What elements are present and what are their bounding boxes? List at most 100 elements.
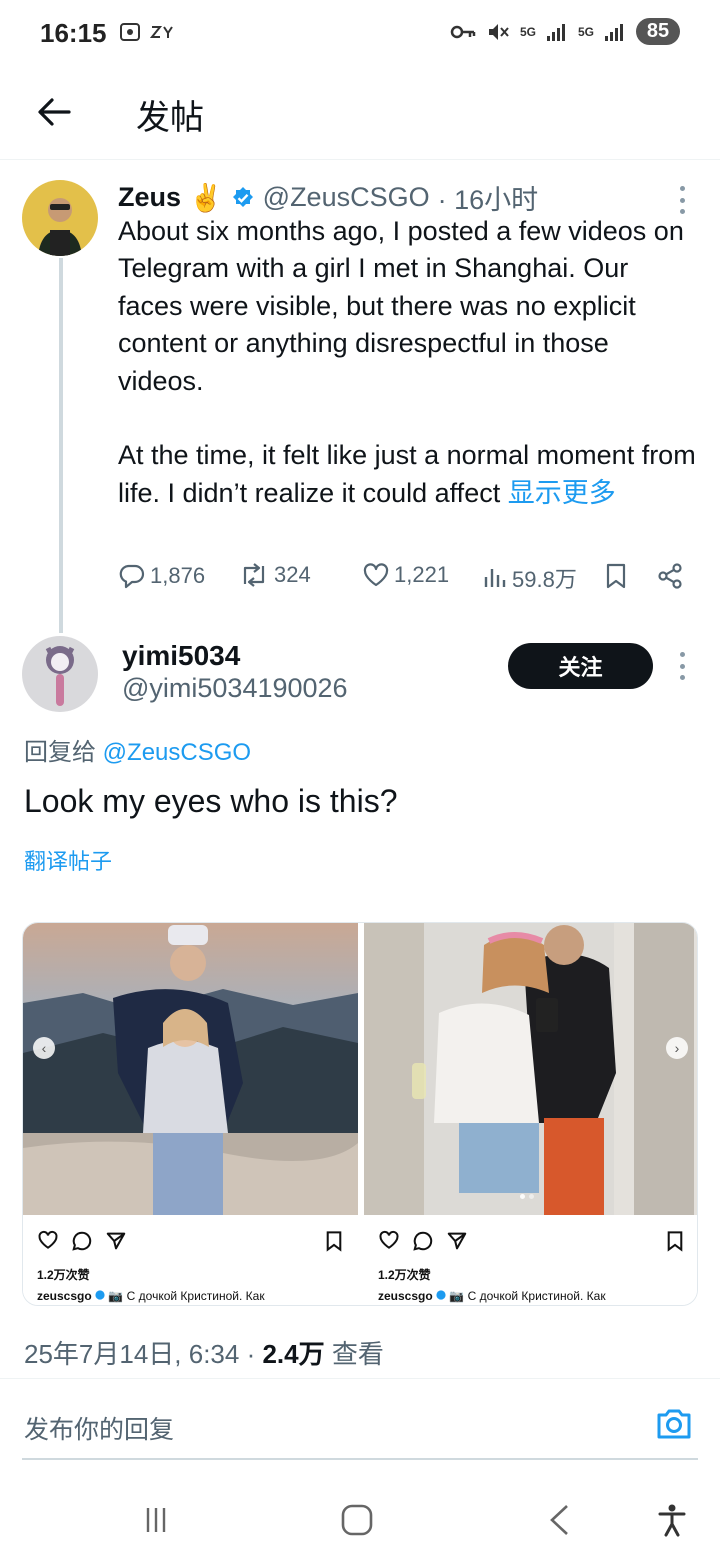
arrow-left-icon	[38, 98, 71, 126]
author-name[interactable]: Zeus	[118, 182, 181, 213]
accessibility-button[interactable]	[650, 1498, 694, 1542]
share-button[interactable]	[656, 562, 684, 590]
mute-icon	[488, 23, 509, 40]
chevron-left-icon	[550, 1505, 568, 1535]
previous-image-button[interactable]: ‹	[33, 1037, 55, 1059]
status-right-icons: 5G 5G 85	[450, 18, 680, 45]
views-icon	[484, 569, 506, 587]
share-icon	[658, 563, 682, 589]
post-actions: 1,876 324 1,221 59.8万	[118, 562, 688, 602]
status-time: 16:15	[40, 18, 107, 48]
media-photo[interactable]	[23, 923, 358, 1215]
reply-icon	[119, 564, 145, 589]
bookmark-icon	[326, 1231, 342, 1252]
reply-to-mention[interactable]: @ZeusCSGO	[103, 739, 251, 766]
ig-caption: zeuscsgo 📷 С дочкой Кристиной. Как	[37, 1289, 265, 1303]
send-icon	[447, 1232, 467, 1250]
accessibility-icon	[658, 1504, 686, 1537]
thread-line	[59, 258, 63, 633]
like-count: 1,221	[394, 562, 450, 587]
bookmark-icon	[667, 1231, 683, 1252]
reply-meta: 25年7月14日, 6:34 · 2.4万 查看	[24, 1334, 384, 1371]
views-count: 59.8万	[512, 567, 577, 592]
reply-author-name[interactable]: yimi5034	[122, 640, 240, 672]
network-label-a: 5G	[519, 24, 536, 39]
status-bar: 16:15 5G 5G 85	[0, 0, 720, 68]
ig-actions	[378, 1230, 468, 1252]
divider	[0, 1378, 720, 1379]
camera-icon	[657, 1409, 691, 1439]
reply-composer-input[interactable]: 发布你的回复	[24, 1410, 174, 1446]
reply-author-avatar[interactable]	[22, 636, 98, 712]
home-icon	[341, 1504, 373, 1536]
verified-badge-icon	[436, 1290, 446, 1300]
media-card[interactable]: › 1.2万次赞 zeuscsgo 📷 С дочкой Кристиной. …	[364, 923, 697, 1305]
avatar-image	[22, 636, 98, 712]
home-button[interactable]	[335, 1498, 379, 1542]
signal-icon	[546, 23, 565, 41]
translate-post-link[interactable]: 翻译帖子	[24, 844, 112, 876]
recent-apps-button[interactable]	[134, 1498, 178, 1542]
avatar-image	[22, 180, 98, 256]
reply-media[interactable]: ‹ 1.2万次赞 zeuscsgo 📷 С дочкой Кристиной. …	[22, 922, 698, 1306]
reply-author-handle[interactable]: @yimi5034190026	[122, 673, 348, 704]
recent-apps-icon	[146, 1508, 166, 1532]
follow-button[interactable]: 关注	[508, 643, 653, 689]
media-card[interactable]: ‹ 1.2万次赞 zeuscsgo 📷 С дочкой Кристиной. …	[23, 923, 358, 1305]
ig-actions	[37, 1230, 127, 1252]
status-left-icons	[118, 20, 176, 44]
photo-mirror-selfie	[364, 923, 697, 1215]
author-handle[interactable]: @ZeusCSGO	[263, 182, 430, 213]
repost-button[interactable]: 324	[238, 562, 311, 588]
reply-timestamp: 25年7月14日, 6:34 ·	[24, 1339, 263, 1369]
media-photo[interactable]	[364, 923, 697, 1215]
signal-icon	[605, 23, 623, 41]
ig-caption: zeuscsgo 📷 С дочкой Кристиной. Как	[378, 1289, 606, 1303]
page-title: 发帖	[136, 99, 204, 137]
ig-likes: 1.2万次赞	[378, 1268, 431, 1282]
heart-icon	[363, 563, 389, 587]
comment-icon	[413, 1231, 433, 1251]
reply-view-count: 2.4万	[262, 1339, 325, 1369]
back-system-button[interactable]	[537, 1498, 581, 1542]
bookmark-button[interactable]	[604, 562, 628, 590]
reply-to-line: 回复给 @ZeusCSGO	[24, 739, 252, 766]
repost-count: 324	[274, 562, 311, 587]
views-button[interactable]: 59.8万	[482, 562, 577, 594]
next-image-button[interactable]: ›	[666, 1037, 688, 1059]
reply-view-label: 查看	[324, 1339, 384, 1369]
comment-icon	[72, 1231, 92, 1251]
bookmark-icon	[606, 563, 626, 589]
heart-icon	[38, 1230, 58, 1249]
reply-text: Look my eyes who is this?	[24, 783, 398, 819]
author-avatar[interactable]	[22, 180, 98, 256]
ig-likes: 1.2万次赞	[37, 1268, 90, 1282]
repost-icon	[243, 563, 265, 587]
post-body: About six months ago, I posted a few vid…	[118, 213, 698, 512]
author-emoji: ✌️	[189, 182, 223, 213]
send-icon	[106, 1232, 126, 1250]
screenshot-icon	[120, 23, 140, 41]
show-more-link[interactable]: 显示更多	[508, 478, 616, 508]
network-label-b: 5G	[577, 24, 594, 39]
header: 发帖	[0, 68, 720, 160]
key-icon	[450, 25, 476, 38]
post-time: · 16小时	[437, 185, 539, 215]
verified-badge-icon	[95, 1290, 105, 1300]
system-nav-bar	[0, 1480, 720, 1560]
like-button[interactable]: 1,221	[362, 562, 449, 588]
back-button[interactable]	[30, 88, 78, 136]
carousel-dots	[520, 1194, 534, 1199]
post-paragraph-1: About six months ago, I posted a few vid…	[118, 216, 684, 396]
post-header: Zeus ✌️ @ZeusCSGO · 16小时	[118, 178, 538, 217]
battery-indicator: 85	[636, 18, 680, 45]
post-paragraph-2: At the time, it felt like just a normal …	[118, 440, 696, 508]
photo-mountain-scene	[23, 923, 358, 1215]
verified-badge-icon	[232, 186, 253, 207]
reply-button[interactable]: 1,876	[118, 562, 205, 590]
reply-more-button[interactable]	[672, 646, 692, 686]
reply-count: 1,876	[150, 563, 206, 588]
camera-button[interactable]	[654, 1404, 694, 1444]
heart-icon	[379, 1230, 399, 1249]
app-notification-icon	[150, 26, 173, 38]
